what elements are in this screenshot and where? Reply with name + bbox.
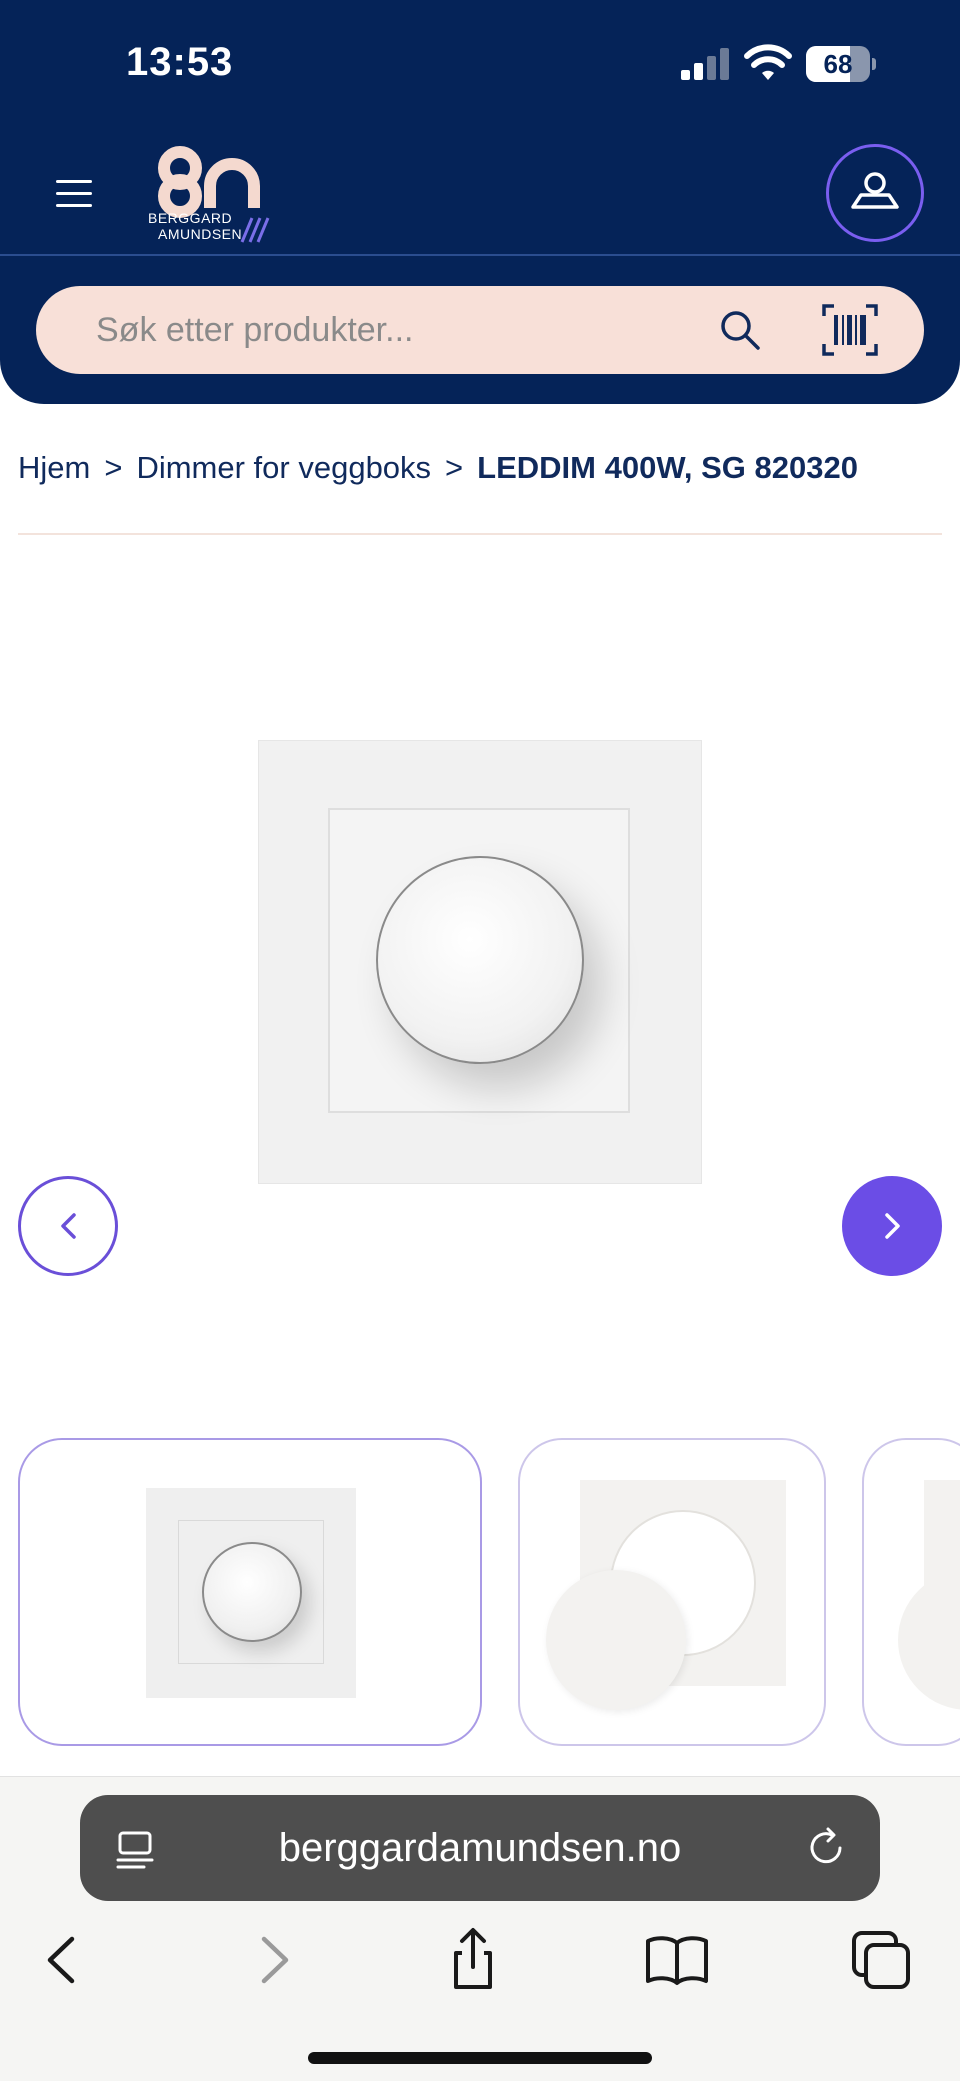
url-text: berggardamundsen.no [278, 1826, 682, 1870]
wifi-icon [744, 44, 792, 80]
breadcrumb-separator: > [445, 450, 464, 485]
battery-indicator: 68 [806, 46, 876, 82]
chevron-left-icon [61, 1213, 76, 1239]
gallery-thumbnail[interactable] [18, 1438, 482, 1746]
breadcrumb-link-home[interactable]: Hjem [18, 450, 90, 485]
back-arrow-icon[interactable] [28, 1925, 98, 1995]
breadcrumb-current: LEDDIM 400W, SG 820320 [477, 450, 858, 485]
address-bar[interactable]: berggardamundsen.no [80, 1795, 880, 1901]
forward-arrow-icon[interactable] [238, 1925, 308, 1995]
battery-percent: 68 [823, 49, 853, 79]
breadcrumb-link-category[interactable]: Dimmer for veggboks [136, 450, 431, 485]
share-icon[interactable] [438, 1925, 508, 1995]
chevron-right-icon [885, 1213, 900, 1239]
gallery-thumbnail[interactable] [518, 1438, 826, 1746]
cellular-signal-icon [681, 48, 731, 80]
home-indicator [308, 2052, 652, 2064]
gallery-next-button[interactable] [842, 1176, 942, 1276]
bookmarks-icon[interactable] [642, 1925, 712, 1995]
browser-toolbar: berggardamundsen.no [0, 1776, 960, 2081]
breadcrumb-divider [18, 533, 942, 535]
tabs-icon[interactable] [846, 1925, 916, 1995]
hamburger-menu-icon[interactable] [52, 174, 96, 214]
site-header: 13:53 68 BERGGARD AMUNDSEN [0, 0, 960, 404]
search-input[interactable] [96, 286, 696, 374]
user-account-button[interactable] [826, 144, 924, 242]
reload-icon[interactable] [804, 1825, 850, 1871]
barcode-scanner-icon[interactable] [822, 304, 878, 356]
user-icon [851, 172, 899, 209]
header-divider [0, 254, 960, 256]
search-bar[interactable] [36, 286, 924, 374]
gallery-prev-button[interactable] [18, 1176, 118, 1276]
dimmer-knob [376, 856, 584, 1064]
search-icon[interactable] [716, 306, 764, 354]
status-time: 13:53 [126, 40, 234, 84]
breadcrumb: Hjem > Dimmer for veggboks > LEDDIM 400W, SG… [18, 450, 858, 486]
breadcrumb-separator: > [104, 450, 123, 485]
brand-logo-text: BERGGARD AMUNDSEN [148, 210, 243, 242]
product-main-image[interactable] [258, 740, 702, 1184]
gallery-thumbnail[interactable] [862, 1438, 960, 1746]
